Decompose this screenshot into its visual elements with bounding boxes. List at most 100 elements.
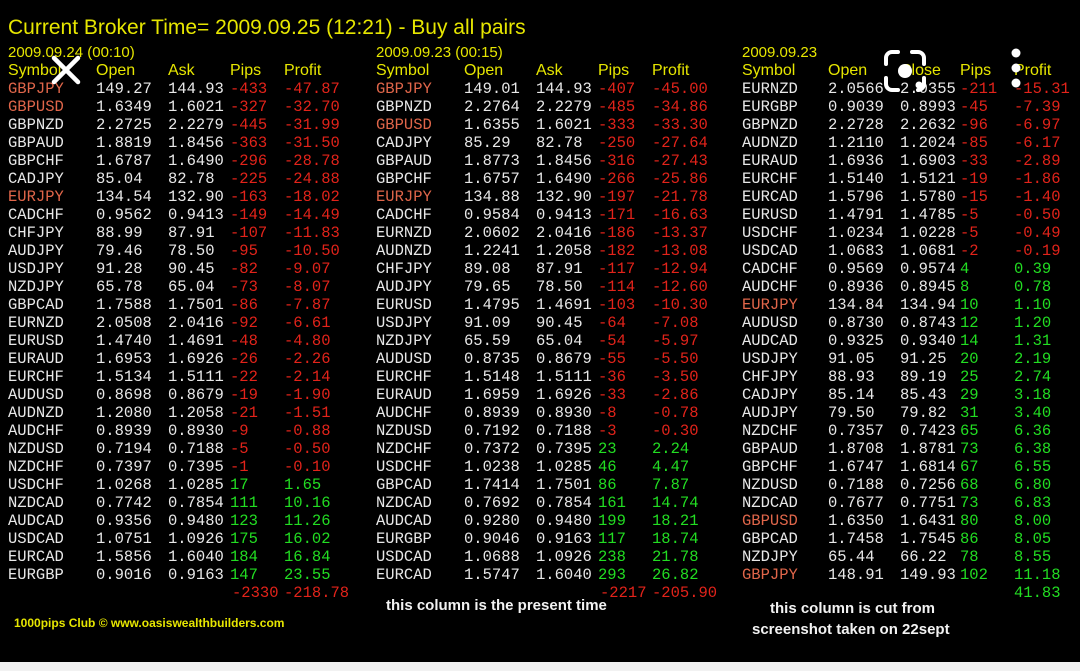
- price-cell: 1.6021: [536, 116, 592, 134]
- symbol-cell: USDCHF: [8, 476, 64, 494]
- lens-scan-icon[interactable]: [882, 48, 928, 94]
- pips-cell: 238: [598, 548, 626, 566]
- table-row: NZDCAD 0.7742 0.7854 111 10.16: [8, 494, 368, 512]
- price-cell: 2.0416: [536, 224, 592, 242]
- table-row: AUDCHF 0.8936 0.8945 8 0.78: [742, 278, 1078, 296]
- price-cell: 0.9163: [168, 566, 224, 584]
- open-cell: 1.6959: [464, 386, 520, 404]
- pips-cell: 29: [960, 386, 979, 404]
- price-cell: 0.7256: [900, 476, 956, 494]
- profit-cell: 6.38: [1014, 440, 1052, 458]
- symbol-cell: EURJPY: [742, 296, 798, 314]
- table-row: GBPAUD 1.8773 1.8456 -316 -27.43: [376, 152, 736, 170]
- open-cell: 65.59: [464, 332, 511, 350]
- open-cell: 0.7397: [96, 458, 152, 476]
- header-profit: Profit: [652, 62, 690, 79]
- pips-cell: -48: [230, 332, 258, 350]
- table-row: EURCHF 1.5148 1.5111 -36 -3.50: [376, 368, 736, 386]
- pips-cell: 73: [960, 440, 979, 458]
- price-cell: 65.04: [168, 278, 215, 296]
- pips-cell: 117: [598, 530, 626, 548]
- profit-cell: -47.87: [284, 80, 340, 98]
- symbol-cell: GBPNZD: [742, 116, 798, 134]
- table-row: AUDNZD 1.2241 1.2058 -182 -13.08: [376, 242, 736, 260]
- close-icon[interactable]: [46, 50, 86, 90]
- open-cell: 0.8730: [828, 314, 884, 332]
- price-cell: 78.50: [536, 278, 583, 296]
- open-cell: 0.7194: [96, 440, 152, 458]
- pips-cell: -211: [960, 80, 998, 98]
- open-cell: 1.5134: [96, 368, 152, 386]
- open-cell: 65.44: [828, 548, 875, 566]
- pips-cell: -55: [598, 350, 626, 368]
- profit-cell: 3.18: [1014, 386, 1052, 404]
- profit-cell: 8.00: [1014, 512, 1052, 530]
- price-cell: 132.90: [168, 188, 224, 206]
- open-cell: 85.04: [96, 170, 143, 188]
- price-cell: 0.8930: [536, 404, 592, 422]
- open-cell: 88.93: [828, 368, 875, 386]
- symbol-cell: AUDUSD: [8, 386, 64, 404]
- profit-cell: -11.83: [284, 224, 340, 242]
- open-cell: 1.4791: [828, 206, 884, 224]
- symbol-cell: EURAUD: [8, 350, 64, 368]
- profit-cell: 3.40: [1014, 404, 1052, 422]
- open-cell: 2.2728: [828, 116, 884, 134]
- pips-cell: -86: [230, 296, 258, 314]
- open-cell: 0.7188: [828, 476, 884, 494]
- symbol-cell: EURCAD: [376, 566, 432, 584]
- open-cell: 1.0234: [828, 224, 884, 242]
- pips-cell: 102: [960, 566, 988, 584]
- profit-cell: 1.10: [1014, 296, 1052, 314]
- open-cell: 1.6757: [464, 170, 520, 188]
- profit-cell: 8.05: [1014, 530, 1052, 548]
- symbol-cell: EURCHF: [8, 368, 64, 386]
- symbol-cell: CADCHF: [742, 260, 798, 278]
- table-row: AUDCAD 0.9280 0.9480 199 18.21: [376, 512, 736, 530]
- price-cell: 65.04: [536, 332, 583, 350]
- table-row: CADCHF 0.9562 0.9413 -149 -14.49: [8, 206, 368, 224]
- price-cell: 85.43: [900, 386, 947, 404]
- pips-cell: 123: [230, 512, 258, 530]
- price-cell: 0.9480: [168, 512, 224, 530]
- table-row: AUDNZD 1.2080 1.2058 -21 -1.51: [8, 404, 368, 422]
- table-row: USDCAD 1.0683 1.0681 -2 -0.19: [742, 242, 1078, 260]
- profit-cell: -0.50: [284, 440, 331, 458]
- symbol-cell: GBPAUD: [8, 134, 64, 152]
- pips-cell: -19: [230, 386, 258, 404]
- symbol-cell: GBPCHF: [8, 152, 64, 170]
- table-row: CADCHF 0.9584 0.9413 -171 -16.63: [376, 206, 736, 224]
- pips-cell: -445: [230, 116, 268, 134]
- symbol-cell: NZDCHF: [376, 440, 432, 458]
- table-row: NZDUSD 0.7188 0.7256 68 6.80: [742, 476, 1078, 494]
- symbol-cell: EURNZD: [8, 314, 64, 332]
- profit-cell: -13.08: [652, 242, 708, 260]
- open-cell: 0.8939: [464, 404, 520, 422]
- profit-cell: -18.02: [284, 188, 340, 206]
- table-row: NZDCHF 0.7372 0.7395 23 2.24: [376, 440, 736, 458]
- open-cell: 1.5856: [96, 548, 152, 566]
- symbol-cell: NZDJPY: [376, 332, 432, 350]
- open-cell: 79.65: [464, 278, 511, 296]
- profit-cell: -45.00: [652, 80, 708, 98]
- price-cell: 2.2632: [900, 116, 956, 134]
- table-row: GBPCAD 1.7588 1.7501 -86 -7.87: [8, 296, 368, 314]
- table-row: USDCHF 1.0234 1.0228 -5 -0.49: [742, 224, 1078, 242]
- price-cell: 82.78: [536, 134, 583, 152]
- profit-cell: -5.50: [652, 350, 699, 368]
- pips-cell: 147: [230, 566, 258, 584]
- symbol-cell: EURCHF: [376, 368, 432, 386]
- profit-cell: 7.87: [652, 476, 690, 494]
- open-cell: 1.2080: [96, 404, 152, 422]
- profit-cell: 23.55: [284, 566, 331, 584]
- profit-cell: -13.37: [652, 224, 708, 242]
- more-vertical-icon[interactable]: [1004, 46, 1028, 90]
- price-cell: 0.9163: [536, 530, 592, 548]
- price-cell: 1.0285: [536, 458, 592, 476]
- price-cell: 2.2279: [168, 116, 224, 134]
- profit-cell: -0.30: [652, 422, 699, 440]
- table-row: NZDCAD 0.7677 0.7751 73 6.83: [742, 494, 1078, 512]
- total-pips: -2330: [232, 584, 279, 602]
- price-cell: 0.7423: [900, 422, 956, 440]
- pips-cell: -3: [598, 422, 617, 440]
